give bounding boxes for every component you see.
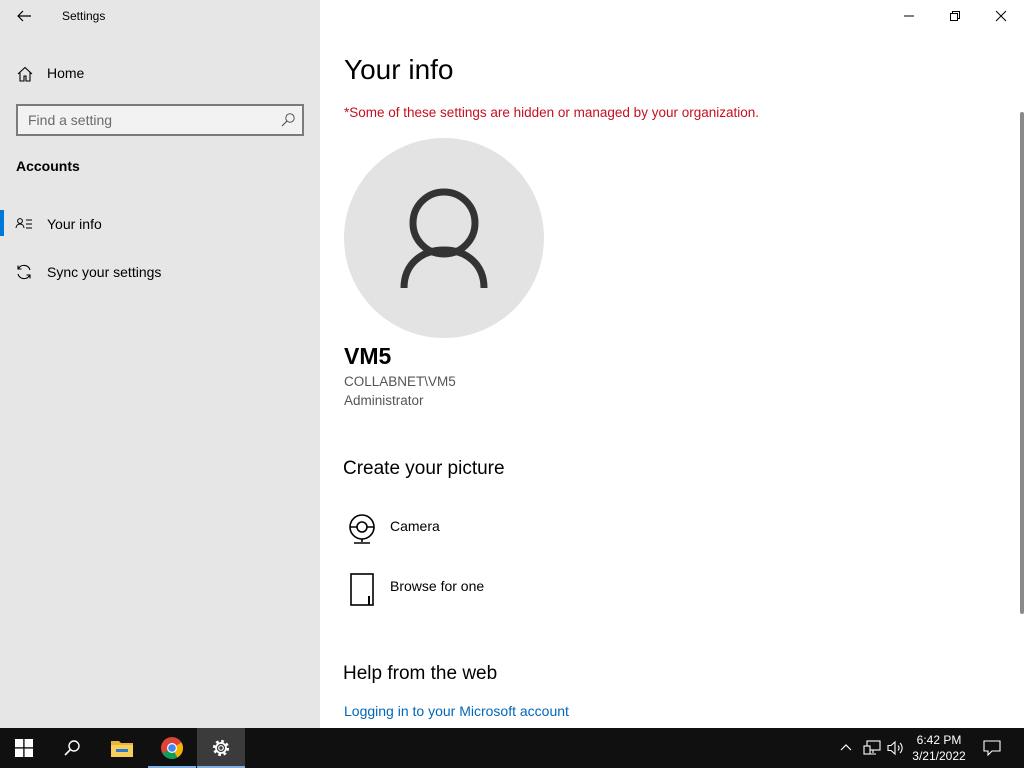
show-hidden-icons[interactable] [836, 728, 856, 768]
action-center-button[interactable] [976, 728, 1008, 768]
create-picture-heading: Create your picture [343, 458, 505, 479]
taskbar-file-explorer[interactable] [98, 728, 146, 768]
taskbar-settings[interactable] [197, 728, 245, 768]
sidebar-item-your-info[interactable]: Your info [0, 206, 320, 242]
nav-home-label: Home [47, 65, 85, 81]
restore-icon [950, 11, 960, 21]
back-button[interactable] [6, 0, 42, 32]
search-box[interactable] [16, 104, 304, 136]
minimize-icon [904, 15, 914, 17]
app-title: Settings [62, 9, 106, 23]
scrollbar[interactable] [1020, 112, 1024, 614]
page-title: Your info [344, 54, 454, 85]
clock-date: 3/21/2022 [912, 749, 966, 763]
nav-home[interactable]: Home [0, 58, 320, 88]
browse-file-icon [350, 573, 374, 606]
clock-time: 6:42 PM [916, 733, 962, 747]
taskbar: 6:42 PM 3/21/2022 [0, 728, 1024, 768]
network-status[interactable] [860, 728, 884, 768]
sidebar: Settings Home Accounts Your info Sync yo… [0, 0, 320, 728]
camera-option[interactable]: Camera [344, 512, 644, 556]
camera-label: Camera [390, 518, 440, 534]
user-silhouette-icon [400, 188, 488, 289]
notification-icon [983, 740, 1001, 756]
active-indicator [0, 210, 4, 236]
user-name: VM5 [344, 343, 392, 369]
network-icon [863, 740, 881, 755]
browse-option[interactable]: Browse for one [344, 572, 644, 616]
search-input[interactable] [18, 106, 278, 134]
avatar [344, 138, 544, 338]
home-icon [17, 66, 33, 82]
sidebar-item-label: Sync your settings [47, 264, 162, 280]
section-title: Accounts [16, 158, 80, 174]
minimize-button[interactable] [886, 0, 932, 32]
sidebar-item-sync-settings[interactable]: Sync your settings [0, 254, 320, 290]
clock[interactable]: 6:42 PM 3/21/2022 [908, 728, 970, 768]
taskbar-chrome[interactable] [148, 728, 196, 768]
sidebar-item-label: Your info [47, 216, 102, 232]
contact-info-icon [15, 218, 32, 229]
close-button[interactable] [978, 0, 1024, 32]
back-arrow-icon [17, 10, 31, 22]
browse-label: Browse for one [390, 578, 485, 594]
file-explorer-icon [111, 741, 133, 757]
close-icon [995, 10, 1007, 22]
start-icon [15, 739, 33, 757]
restore-button[interactable] [932, 0, 978, 32]
volume-icon [887, 740, 903, 756]
volume-control[interactable] [884, 728, 908, 768]
search-icon [64, 740, 80, 756]
help-heading: Help from the web [343, 663, 498, 684]
managed-warning: *Some of these settings are hidden or ma… [344, 105, 760, 120]
settings-icon [212, 739, 230, 757]
main-content: Your info *Some of these settings are hi… [320, 0, 1024, 728]
sync-icon [17, 264, 31, 280]
user-account: COLLABNET\VM5 [344, 374, 456, 389]
user-role: Administrator [344, 393, 424, 408]
camera-icon [349, 514, 375, 544]
search-icon[interactable] [280, 112, 296, 128]
help-link-microsoft-account[interactable]: Logging in to your Microsoft account [344, 703, 569, 719]
chevron-up-icon [840, 744, 852, 751]
chrome-icon [161, 737, 183, 759]
start-button[interactable] [0, 728, 48, 768]
taskbar-search-button[interactable] [48, 728, 96, 768]
